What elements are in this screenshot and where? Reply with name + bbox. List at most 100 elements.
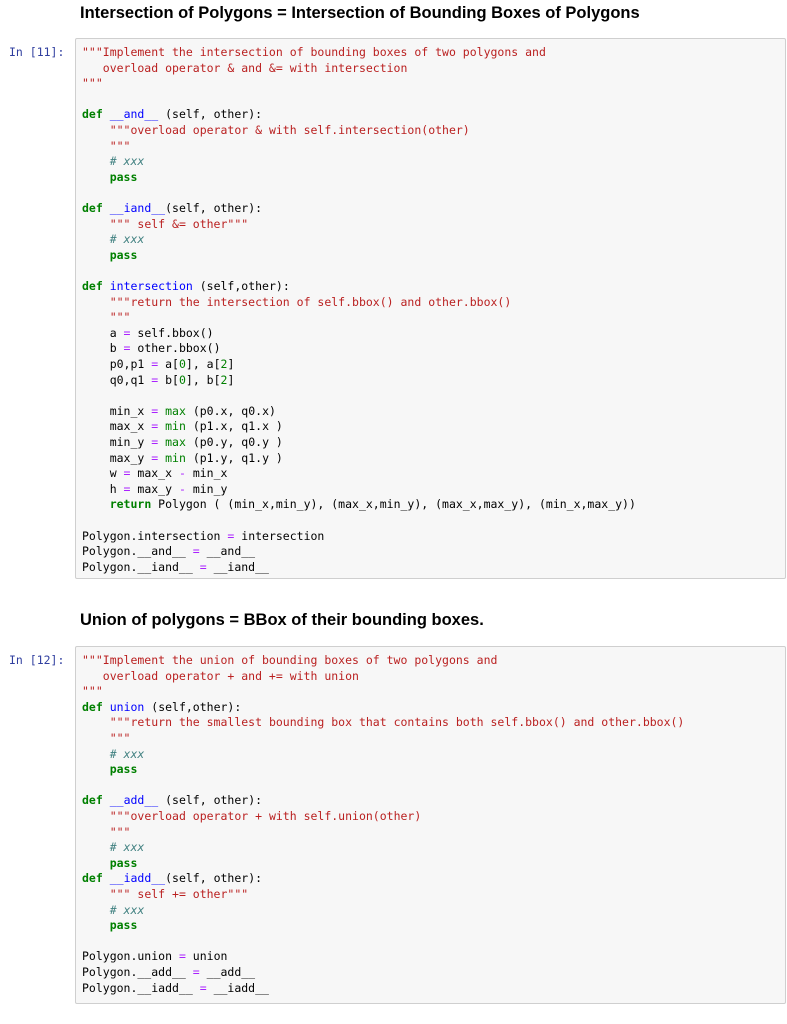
code-token: """ self &= other""" xyxy=(109,216,249,231)
code-token: ], b[ xyxy=(185,372,221,387)
code-token: """return the smallest bounding box that… xyxy=(109,715,685,730)
code-line: # xxx xyxy=(82,840,145,856)
code-line: """overload operator & with self.interse… xyxy=(82,123,470,139)
code-token: Polygon.__iand__ xyxy=(82,559,200,574)
code-token: min_x xyxy=(82,403,152,418)
code-token: - xyxy=(178,466,186,481)
code-token: (p1.x, q1.x ) xyxy=(185,419,283,434)
heading-intersection: Intersection of Polygons = Intersection … xyxy=(80,4,640,22)
code-token: min_x xyxy=(185,466,228,481)
code-token: min_y xyxy=(82,435,152,449)
code-token: = xyxy=(192,965,200,979)
code-line: """ xyxy=(82,684,103,700)
code-token: max_y xyxy=(82,450,152,465)
code-token: Polygon.__iadd__ xyxy=(82,980,200,995)
code-line: """overload operator + with self.union(o… xyxy=(82,809,422,825)
code-line: def __add__ (self, other): xyxy=(82,793,262,809)
code-cell-intersection[interactable]: """Implement the intersection of boundin… xyxy=(75,38,786,579)
code-line: """Implement the intersection of boundin… xyxy=(82,45,546,61)
code-line: Polygon.__add__ = __add__ xyxy=(82,965,255,981)
code-line: # xxx xyxy=(82,154,145,170)
code-line: return Polygon ( (min_x,min_y), (max_x,m… xyxy=(82,497,636,513)
code-token: min_y xyxy=(185,481,228,496)
code-line: max_y = min (p1.y, q1.y ) xyxy=(82,451,283,467)
code-line: """return the intersection of self.bbox(… xyxy=(82,295,512,311)
code-token: __add__ xyxy=(109,793,159,808)
code-token: = xyxy=(199,559,207,574)
code-token: """ xyxy=(82,310,131,325)
code-token: 0 xyxy=(178,372,186,387)
code-token: overload operator & and &= with intersec… xyxy=(82,60,408,75)
heading-union: Union of polygons = BBox of their boundi… xyxy=(80,611,484,629)
cell-prompt-11: In [11]: xyxy=(9,45,65,59)
code-token: Polygon ( (min_x,min_y), (max_x,min_y), … xyxy=(151,497,636,512)
code-token: pass xyxy=(109,247,138,262)
code-line: """ xyxy=(82,824,131,841)
code-token: (p0.x, q0.x) xyxy=(185,403,276,418)
code-token: (self, other): xyxy=(158,107,263,122)
code-cell-union[interactable]: """Implement the union of bounding boxes… xyxy=(75,646,786,1004)
code-token: def xyxy=(82,107,103,122)
code-token: # xxx xyxy=(109,232,145,247)
code-line: q0,q1 = b[0], b[2] xyxy=(82,372,235,389)
code-line: a = self.bbox() xyxy=(82,326,214,342)
code-line: h = max_y - min_y xyxy=(82,481,228,498)
code-token: """ xyxy=(82,138,131,153)
code-line: pass xyxy=(82,762,138,778)
code-line: def intersection (self,other): xyxy=(82,279,290,295)
code-token: min xyxy=(165,450,186,465)
code-token: __iand__ xyxy=(206,559,269,574)
code-line: Polygon.__iadd__ = __iadd__ xyxy=(82,981,269,997)
code-token: def xyxy=(82,871,103,886)
code-line: """ xyxy=(82,76,103,92)
code-token: def xyxy=(82,699,103,714)
code-line: Polygon.intersection = intersection xyxy=(82,529,324,545)
code-token: p0,p1 xyxy=(82,357,152,371)
code-token: a xyxy=(82,325,124,340)
code-token: """overload operator & with self.interse… xyxy=(109,123,470,137)
code-token: max_y xyxy=(130,481,179,496)
code-line: pass xyxy=(82,855,138,872)
code-token: pass xyxy=(109,855,138,870)
code-token: pass xyxy=(109,169,138,184)
code-token: __iadd__ xyxy=(109,871,166,886)
code-token: intersection xyxy=(109,279,193,293)
code-token: 0 xyxy=(178,357,186,371)
code-token: = xyxy=(178,949,186,964)
code-token: __iadd__ xyxy=(206,980,269,995)
code-line: b = other.bbox() xyxy=(82,341,221,357)
code-line: """return the smallest bounding box that… xyxy=(82,715,685,731)
code-token: """ self += other""" xyxy=(109,887,249,901)
code-line: """ xyxy=(82,310,131,326)
code-token: """ xyxy=(82,731,131,745)
code-line: min_x = max (p0.x, q0.x) xyxy=(82,404,276,420)
code-token: = xyxy=(199,980,207,995)
code-line: def __iadd__(self, other): xyxy=(82,871,262,887)
code-line: max_x = min (p1.x, q1.x ) xyxy=(82,419,283,435)
code-line: """ self += other""" xyxy=(82,887,248,903)
code-token: return xyxy=(109,497,152,512)
code-line: """ xyxy=(82,731,131,747)
code-line: Polygon.union = union xyxy=(82,949,227,965)
code-token: """ xyxy=(82,824,131,839)
code-token: max xyxy=(165,403,186,418)
code-token: Polygon.intersection xyxy=(82,528,228,543)
code-token: (self,other): xyxy=(192,279,290,293)
code-token: ] xyxy=(227,357,235,371)
code-token: pass xyxy=(109,918,138,933)
code-token: b xyxy=(82,341,124,356)
code-token: # xxx xyxy=(109,154,145,169)
code-line: def __and__ (self, other): xyxy=(82,107,262,123)
code-line: overload operator & and &= with intersec… xyxy=(82,60,408,77)
code-token: q0,q1 xyxy=(82,372,152,387)
